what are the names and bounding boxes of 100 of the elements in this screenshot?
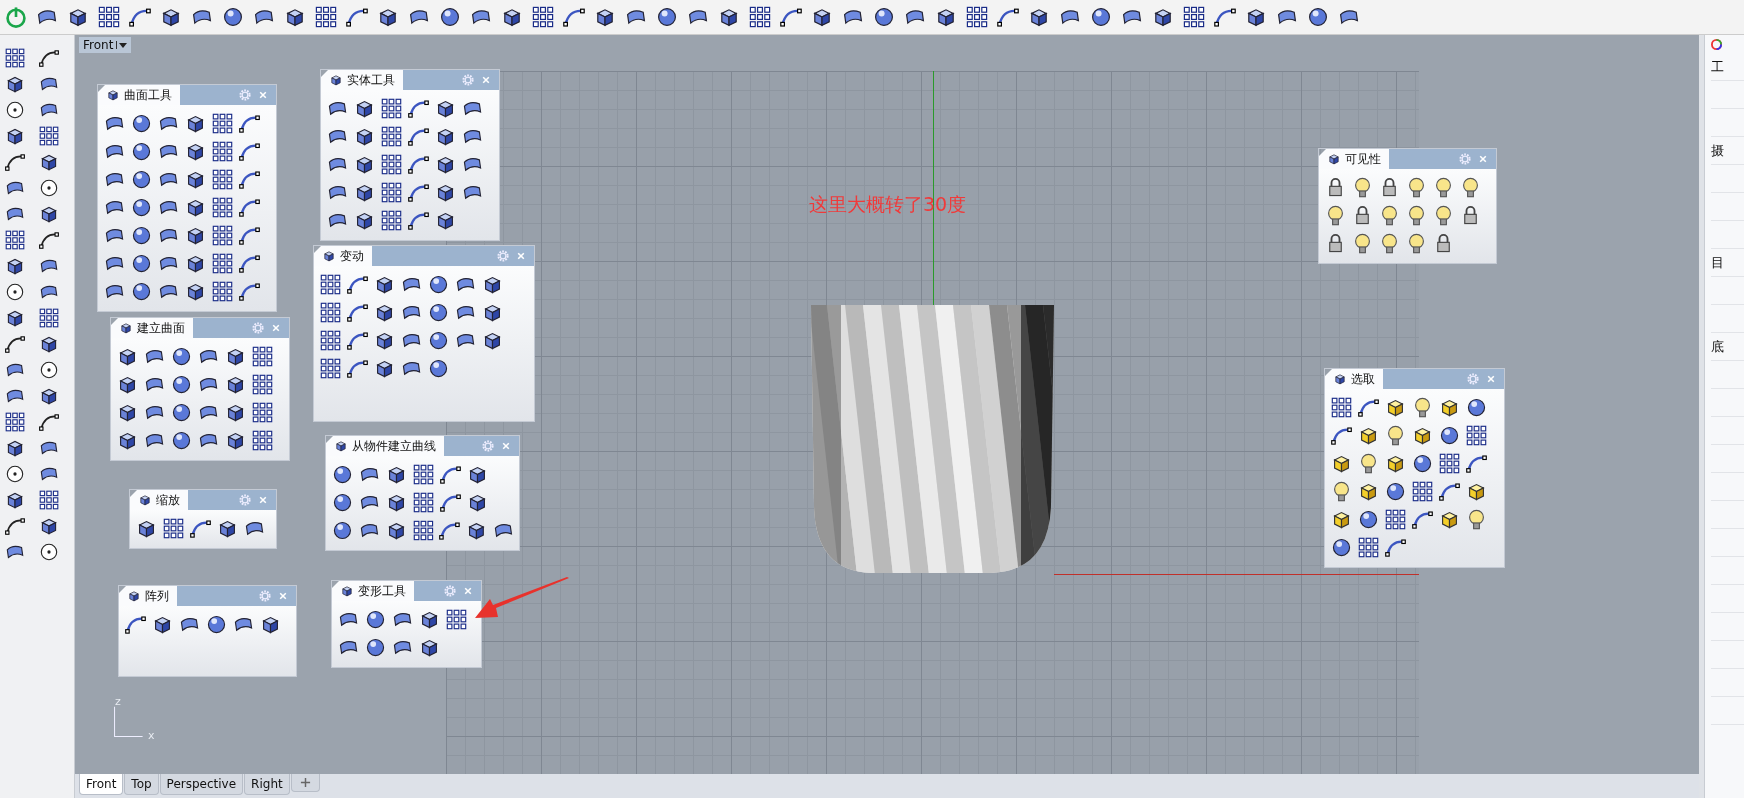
palette-title: 曲面工具 xyxy=(124,86,172,104)
grid-icon[interactable] xyxy=(211,195,234,219)
grid-icon[interactable] xyxy=(411,518,435,542)
curve-icon[interactable] xyxy=(38,47,60,69)
cube-icon xyxy=(340,584,354,598)
palette-title: 变动 xyxy=(340,247,364,265)
axis-indicator-icon xyxy=(112,705,146,739)
palette-tab[interactable]: 选取 xyxy=(1325,369,1383,389)
palette-tab[interactable]: 可见性 xyxy=(1319,149,1389,169)
grid-icon[interactable] xyxy=(380,180,403,204)
cube-icon xyxy=(119,321,133,335)
sphere-icon[interactable] xyxy=(4,281,26,303)
palette-tab[interactable]: 变动 xyxy=(314,246,372,266)
grid-icon[interactable] xyxy=(531,5,555,29)
grid-icon[interactable] xyxy=(1411,479,1434,503)
sphere-icon[interactable] xyxy=(872,5,896,29)
grid-icon[interactable] xyxy=(162,516,185,540)
viewport-tab[interactable]: Top xyxy=(124,774,159,795)
grid-icon[interactable] xyxy=(319,300,342,324)
grid-icon[interactable] xyxy=(211,111,234,135)
add-tab-button[interactable] xyxy=(290,774,320,792)
sphere-icon[interactable] xyxy=(1089,5,1113,29)
palette-tab[interactable]: 变形工具 xyxy=(332,581,414,601)
property-label: 摄 xyxy=(1711,141,1724,160)
grid-icon[interactable] xyxy=(1357,535,1380,559)
curve-icon[interactable] xyxy=(4,515,26,537)
grid-icon[interactable] xyxy=(97,5,121,29)
viewport-title[interactable]: Front xyxy=(79,37,132,53)
grid-icon[interactable] xyxy=(4,47,26,69)
grid-icon[interactable] xyxy=(748,5,772,29)
grid-icon[interactable] xyxy=(412,490,435,514)
grid-icon[interactable] xyxy=(251,428,274,452)
axis-label: z xyxy=(115,695,121,708)
grid-icon[interactable] xyxy=(314,5,338,29)
palette-title: 可见性 xyxy=(1345,150,1381,168)
grid-icon[interactable] xyxy=(1465,423,1488,447)
sphere-icon[interactable] xyxy=(4,99,26,121)
sphere-icon[interactable] xyxy=(38,541,60,563)
grid-icon[interactable] xyxy=(445,607,468,631)
viewport-tab[interactable]: Front xyxy=(79,774,124,795)
grid-icon[interactable] xyxy=(380,124,403,148)
power-icon[interactable] xyxy=(4,5,28,29)
property-label: 工 xyxy=(1711,57,1724,76)
palette-tab[interactable]: 从物件建立曲线 xyxy=(326,436,444,456)
axis-label: x xyxy=(148,729,155,742)
palette-title: 选取 xyxy=(1351,370,1375,388)
palette-tab[interactable]: 曲面工具 xyxy=(98,85,180,105)
palette-tab[interactable]: 阵列 xyxy=(119,586,177,606)
grid-icon[interactable] xyxy=(412,462,435,486)
palette-tab[interactable]: 缩放 xyxy=(130,490,188,510)
grid-icon[interactable] xyxy=(1330,395,1353,419)
grid-icon[interactable] xyxy=(251,400,274,424)
cube-icon xyxy=(329,73,343,87)
grid-icon[interactable] xyxy=(380,96,403,120)
grid-icon[interactable] xyxy=(251,372,274,396)
grid-icon[interactable] xyxy=(1384,507,1407,531)
cube-icon xyxy=(138,493,152,507)
grid-icon[interactable] xyxy=(1182,5,1206,29)
palette-title: 阵列 xyxy=(145,587,169,605)
palette-title: 变形工具 xyxy=(358,582,406,600)
sphere-icon[interactable] xyxy=(438,5,462,29)
sphere-icon[interactable] xyxy=(38,359,60,381)
viewport-tab[interactable]: Right xyxy=(244,774,290,795)
curve-icon[interactable] xyxy=(4,151,26,173)
palette-tab[interactable]: 建立曲面 xyxy=(111,318,193,338)
palette-title: 建立曲面 xyxy=(137,319,185,337)
grid-icon[interactable] xyxy=(211,167,234,191)
cube-icon xyxy=(322,249,336,263)
sphere-icon[interactable] xyxy=(4,463,26,485)
curve-icon[interactable] xyxy=(38,411,60,433)
grid-icon[interactable] xyxy=(1438,451,1461,475)
grid-icon[interactable] xyxy=(211,223,234,247)
grid-icon[interactable] xyxy=(211,139,234,163)
cube-icon xyxy=(1333,372,1347,386)
grid-icon[interactable] xyxy=(38,125,60,147)
grid-icon[interactable] xyxy=(251,344,274,368)
viewport-tab[interactable]: Perspective xyxy=(159,774,244,795)
grid-icon[interactable] xyxy=(38,307,60,329)
sphere-icon[interactable] xyxy=(655,5,679,29)
grid-icon[interactable] xyxy=(319,356,342,380)
grid-icon[interactable] xyxy=(380,152,403,176)
grid-icon[interactable] xyxy=(38,489,60,511)
grid-icon[interactable] xyxy=(380,208,403,232)
curve-icon[interactable] xyxy=(4,333,26,355)
color-wheel-icon[interactable] xyxy=(1711,38,1722,50)
palette-tab[interactable]: 实体工具 xyxy=(321,70,403,90)
grid-icon[interactable] xyxy=(4,229,26,251)
sphere-icon[interactable] xyxy=(1306,5,1330,29)
sphere-icon[interactable] xyxy=(221,5,245,29)
grid-icon[interactable] xyxy=(319,272,342,296)
plus-icon xyxy=(299,777,311,788)
curve-icon[interactable] xyxy=(38,229,60,251)
grid-icon[interactable] xyxy=(211,251,234,275)
caret-icon[interactable] xyxy=(116,41,128,49)
cube-icon xyxy=(1327,152,1341,166)
grid-icon[interactable] xyxy=(211,279,234,303)
grid-icon[interactable] xyxy=(965,5,989,29)
sphere-icon[interactable] xyxy=(38,177,60,199)
grid-icon[interactable] xyxy=(4,411,26,433)
grid-icon[interactable] xyxy=(319,328,342,352)
